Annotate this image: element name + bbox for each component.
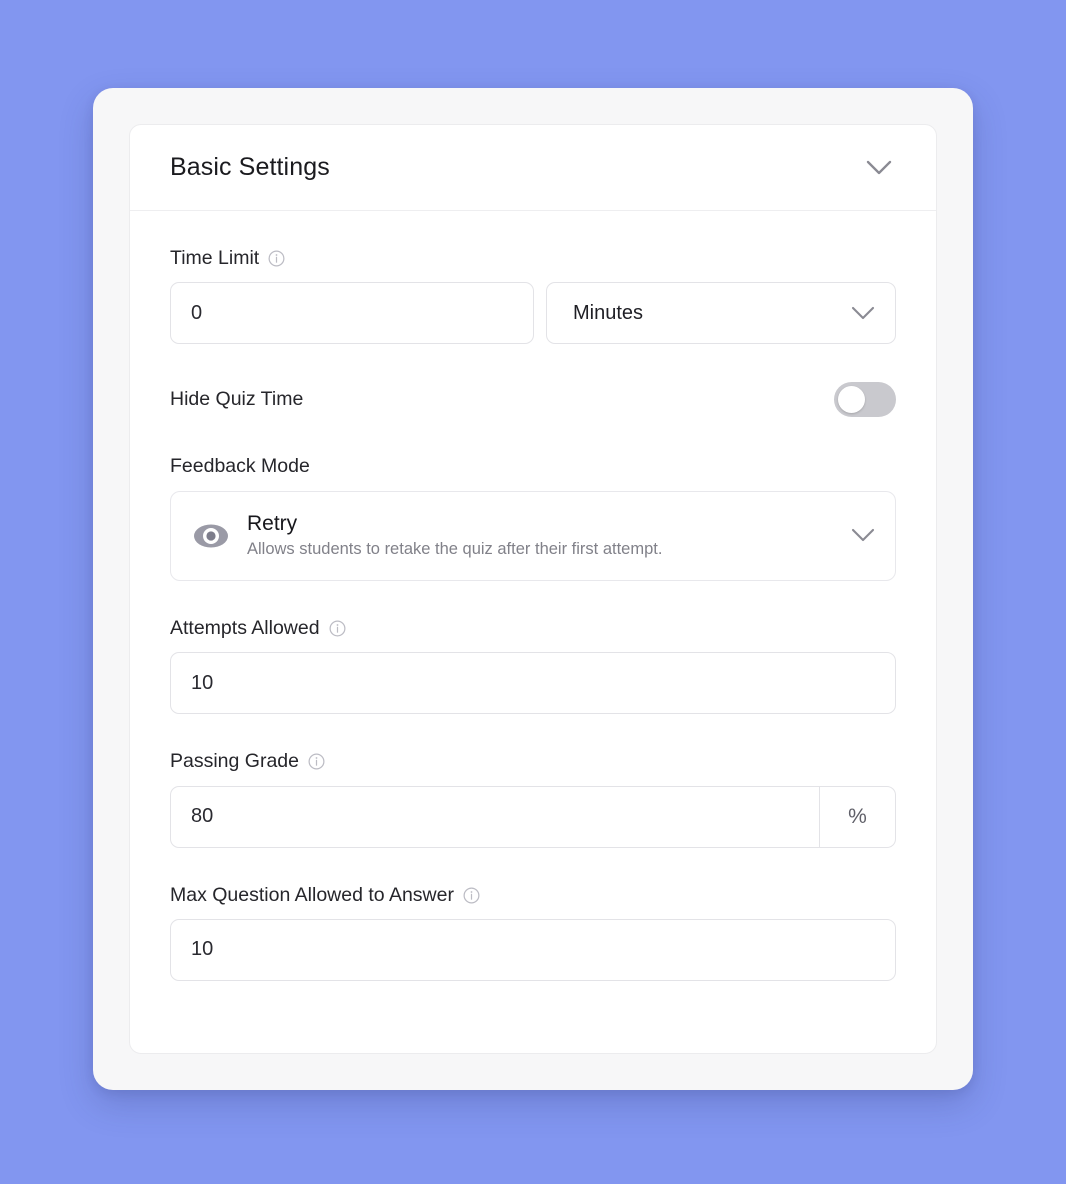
eye-icon-glyph: [194, 524, 228, 548]
info-icon[interactable]: [308, 753, 325, 770]
field-feedback-mode: Feedback Mode Retry Allows students to r…: [170, 455, 896, 581]
eye-icon: [193, 523, 229, 549]
toggle-knob: [838, 386, 865, 414]
time-limit-label: Time Limit: [170, 247, 260, 269]
field-attempts-allowed: Attempts Allowed 10: [170, 617, 896, 715]
feedback-mode-title: Retry: [247, 511, 298, 535]
feedback-mode-description: Allows students to retake the quiz after…: [247, 540, 663, 559]
time-unit-select[interactable]: Minutes: [546, 282, 896, 345]
panel-header[interactable]: Basic Settings: [130, 125, 936, 211]
passing-grade-label: Passing Grade: [170, 750, 299, 773]
feedback-mode-label: Feedback Mode: [170, 455, 310, 478]
time-unit-value: Minutes: [573, 301, 644, 324]
time-limit-label-row: Time Limit: [170, 247, 896, 270]
chevron-down-icon[interactable]: [862, 151, 896, 185]
chevron-down-icon-glyph: [866, 160, 892, 174]
info-icon[interactable]: [268, 250, 285, 267]
max-question-allowed-label-row: Max Question Allowed to Answer: [170, 884, 896, 907]
passing-grade-field: 80 %: [170, 785, 896, 848]
feedback-mode-select[interactable]: Retry Allows students to retake the quiz…: [170, 490, 896, 581]
settings-card-shell: Basic Settings Time Limit 0 Minutes Hide…: [93, 88, 973, 1090]
time-limit-input[interactable]: 0: [170, 282, 534, 345]
passing-grade-input[interactable]: 80: [171, 787, 819, 847]
info-icon[interactable]: [463, 887, 480, 904]
page-title: Basic Settings: [170, 153, 330, 181]
panel-body: Time Limit 0 Minutes Hide Quiz Time Feed…: [130, 211, 936, 1053]
max-question-allowed-label: Max Question Allowed to Answer: [170, 883, 454, 906]
passing-grade-unit: %: [819, 786, 895, 847]
attempts-allowed-label-row: Attempts Allowed: [170, 617, 896, 640]
time-limit-controls: 0 Minutes: [170, 282, 896, 345]
info-icon[interactable]: [329, 620, 346, 637]
chevron-down-icon: [851, 529, 875, 542]
max-question-allowed-input[interactable]: 10: [170, 918, 896, 981]
field-hide-quiz-time: Hide Quiz Time: [170, 382, 896, 418]
attempts-allowed-label: Attempts Allowed: [170, 616, 320, 639]
passing-grade-label-row: Passing Grade: [170, 750, 896, 773]
basic-settings-panel: Basic Settings Time Limit 0 Minutes Hide…: [129, 124, 937, 1054]
chevron-down-icon: [851, 306, 875, 319]
attempts-allowed-input[interactable]: 10: [170, 652, 896, 715]
field-max-question-allowed: Max Question Allowed to Answer 10: [170, 884, 896, 981]
field-passing-grade: Passing Grade 80 %: [170, 750, 896, 848]
hide-quiz-time-label: Hide Quiz Time: [170, 388, 304, 411]
feedback-mode-texts: Retry Allows students to retake the quiz…: [247, 511, 833, 561]
field-time-limit: Time Limit 0 Minutes: [170, 247, 896, 345]
hide-quiz-time-toggle[interactable]: [834, 382, 896, 418]
